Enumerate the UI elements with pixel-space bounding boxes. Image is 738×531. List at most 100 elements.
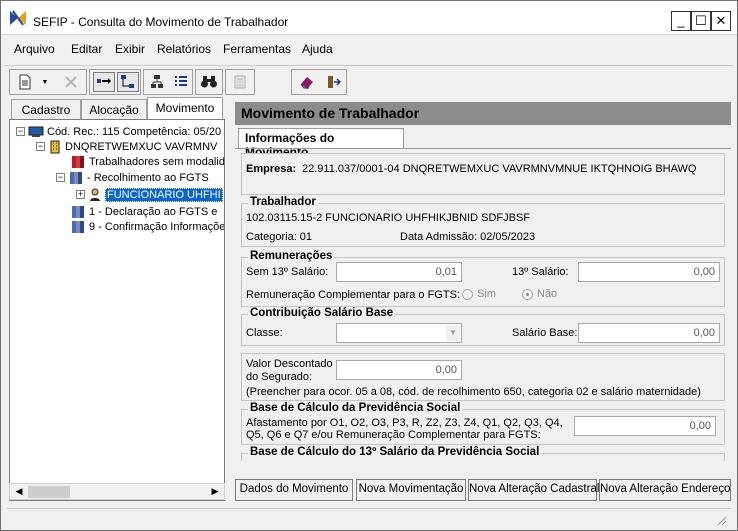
empresa-group: Empresa: 22.911.037/0001-04 DNQRETWEMXUC… <box>241 153 725 195</box>
find-button[interactable] <box>198 72 220 92</box>
categoria-label: Categoria: 01 <box>246 231 313 243</box>
delete-button[interactable] <box>60 72 82 92</box>
eraser-icon <box>300 77 313 89</box>
contribuicao-title: Contribuição Salário Base <box>248 307 396 319</box>
collapse-toggle-icon[interactable]: − <box>56 173 65 182</box>
tab-cadastro[interactable]: Cadastro <box>11 99 81 119</box>
status-bar <box>7 508 731 528</box>
toolbar-group-print <box>225 69 255 95</box>
toolbar-group-file: ▼ <box>9 69 87 95</box>
remuneracao-complementar-label: Remuneração Complementar para o FGTS: <box>246 289 460 301</box>
chevron-down-icon: ▼ <box>41 78 49 86</box>
valor-descontado-input[interactable]: 0,00 <box>336 360 462 380</box>
left-tab-strip: Cadastro Alocação Movimento <box>9 97 225 120</box>
details-list-icon <box>175 76 187 86</box>
tree-view[interactable]: − Cód. Rec.: 115 Competência: 05/20 − DN… <box>9 119 225 501</box>
dados-movimento-button[interactable]: Dados do Movimento <box>235 479 353 501</box>
eraser-button[interactable] <box>296 72 318 92</box>
resize-grip-icon[interactable] <box>715 514 727 526</box>
person-icon <box>90 188 100 201</box>
scroll-right-arrow-icon[interactable]: ▶ <box>208 486 222 498</box>
toolbar-group-search <box>195 69 223 95</box>
menu-ferramentas[interactable]: Ferramentas <box>223 42 291 56</box>
document-dropdown-button[interactable]: ▼ <box>34 72 56 92</box>
sem-13-label: Sem 13º Salário: <box>246 266 329 278</box>
tree-horizontal-scrollbar[interactable]: ◀ ▶ <box>9 483 225 500</box>
radio-nao[interactable]: Não <box>522 288 557 300</box>
binoculars-icon <box>201 76 217 88</box>
books-blue-icon <box>72 220 84 233</box>
base-calculo-group: Base de Cálculo da Previdência Social Af… <box>241 402 725 445</box>
exit-button[interactable] <box>322 72 344 92</box>
sem-13-salario-input[interactable]: 0,01 <box>336 262 462 282</box>
classe-select[interactable]: ▼ <box>336 323 462 343</box>
building-icon <box>50 140 60 153</box>
books-red-icon <box>72 155 84 168</box>
toolbar-separator <box>5 65 733 66</box>
toolbar-group-view <box>89 69 141 95</box>
tree-node-empresa[interactable]: − DNQRETWEMXUC VAVRMNV <box>36 139 217 154</box>
tree-node-sem-modalidade[interactable]: Trabalhadores sem modalid <box>70 154 224 169</box>
sefip-logo-icon <box>10 10 26 26</box>
afastamento-label-line2: Q5, Q6 e Q7 e/ou Remuneração Complementa… <box>246 429 541 441</box>
menu-editar[interactable]: Editar <box>71 42 102 56</box>
computer-icon <box>28 126 44 137</box>
nova-alteracao-cadastral-button[interactable]: Nova Alteração Cadastral <box>468 479 599 501</box>
scroll-left-arrow-icon[interactable]: ◀ <box>12 486 26 498</box>
base-calculo-input[interactable]: 0,00 <box>574 416 716 436</box>
nova-movimentacao-button[interactable]: Nova Movimentação <box>356 479 466 501</box>
toolbar-group-misc <box>291 69 347 95</box>
arrow-list-icon <box>97 78 111 84</box>
base-calculo-title: Base de Cálculo da Previdência Social <box>248 402 463 414</box>
tab-alocacao[interactable]: Alocação <box>81 99 147 119</box>
menu-relatorios[interactable]: Relatórios <box>157 42 211 56</box>
tree-node-declaracao[interactable]: 1 - Declaração ao FGTS e <box>70 204 217 219</box>
tab-informacoes-movimento[interactable]: Informações do Movimento <box>238 128 404 159</box>
salario-base-input[interactable]: 0,00 <box>578 323 720 343</box>
remuneracoes-group: Remunerações Sem 13º Salário: 0,01 13º S… <box>241 250 725 307</box>
details-list-button[interactable] <box>170 72 192 92</box>
new-document-button[interactable] <box>14 72 36 92</box>
close-button[interactable]: ✕ <box>711 11 731 31</box>
13-salario-label: 13º Salário: <box>512 266 569 278</box>
valor-descontado-label: Valor Descontado <box>246 358 333 370</box>
radio-off-icon <box>462 288 473 300</box>
data-admissao-label: Data Admissão: 02/05/2023 <box>400 231 536 243</box>
salario-base-label: Salário Base: <box>512 327 578 339</box>
scrollbar-thumb[interactable] <box>28 486 70 498</box>
base-13-group: Base de Cálculo do 13º Salário da Previd… <box>241 446 725 461</box>
door-exit-icon <box>328 76 341 88</box>
menu-ajuda[interactable]: Ajuda <box>302 42 333 56</box>
maximize-button[interactable]: ☐ <box>691 11 711 31</box>
expand-toggle-icon[interactable]: + <box>76 190 85 199</box>
do-segurado-label: do Segurado: <box>246 371 313 383</box>
collapse-toggle-icon[interactable]: − <box>36 142 45 151</box>
menu-arquivo[interactable]: Arquivo <box>14 42 55 56</box>
tree-node-funcionario[interactable]: + FUNCIONARIO UHFHI <box>76 187 223 202</box>
hierarchy-icon <box>151 75 163 88</box>
tab-movimento[interactable]: Movimento <box>147 97 223 120</box>
tree-node-competencia[interactable]: − Cód. Rec.: 115 Competência: 05/20 <box>16 124 221 139</box>
trabalhador-group: Trabalhador 102.03115.15-2 FUNCIONARIO U… <box>241 196 725 247</box>
sort-button[interactable] <box>146 72 168 92</box>
desconto-group: Valor Descontado do Segurado: 0,00 (Pree… <box>241 353 725 401</box>
collapse-toggle-icon[interactable]: − <box>16 127 25 136</box>
menu-bar: Arquivo Editar Exibir Relatórios Ferrame… <box>1 38 737 60</box>
afastamento-label-line1: Afastamento por O1, O2, O3, P3, R, Z2, Z… <box>246 417 563 429</box>
radio-sim[interactable]: Sim <box>462 288 496 300</box>
tree-node-confirmacao[interactable]: 9 - Confirmação Informaçõe <box>70 219 224 234</box>
trabalhador-title: Trabalhador <box>248 196 318 208</box>
main-window: SEFIP - Consulta do Movimento de Trabalh… <box>0 0 738 531</box>
menu-exibir[interactable]: Exibir <box>115 42 145 56</box>
chevron-down-icon[interactable]: ▼ <box>446 325 460 341</box>
print-button[interactable] <box>229 72 251 92</box>
tree-node-recolhimento[interactable]: − - Recolhimento ao FGTS <box>56 170 209 185</box>
nova-alteracao-endereco-button[interactable]: Nova Alteração Endereço <box>599 479 731 501</box>
tree-structure-icon <box>121 75 134 88</box>
new-document-icon <box>19 74 31 90</box>
13-salario-input[interactable]: 0,00 <box>578 262 720 282</box>
tree-view-button[interactable] <box>117 72 139 92</box>
minimize-button[interactable]: _ <box>671 11 691 31</box>
list-view-button[interactable] <box>93 72 115 92</box>
classe-label: Classe: <box>246 327 283 339</box>
